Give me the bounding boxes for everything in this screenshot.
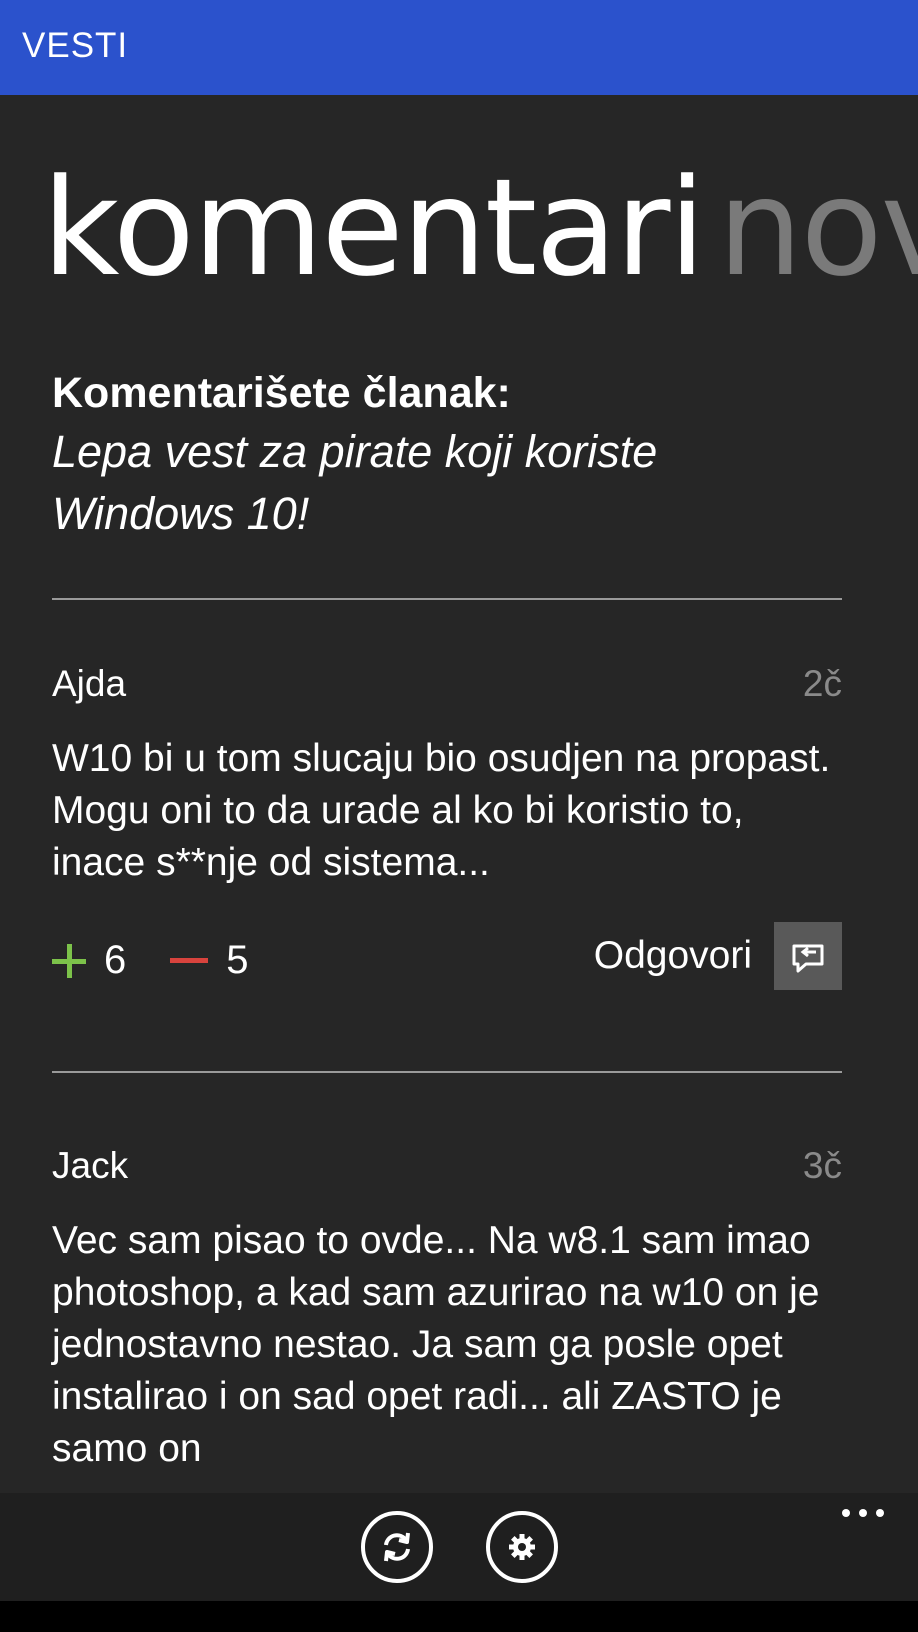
settings-gear-icon xyxy=(509,1534,535,1560)
vote-controls: 6 5 xyxy=(52,938,249,983)
divider xyxy=(52,598,842,600)
comment-text: W10 bi u tom slucaju bio osudjen na prop… xyxy=(52,737,831,884)
comment-author: Jack xyxy=(52,1145,129,1186)
pivot-header: komentarinov xyxy=(42,150,918,306)
more-ellipsis-icon[interactable] xyxy=(842,1509,884,1517)
comment-item: Jack 3č Vec sam pisao to ovde... Na w8.1… xyxy=(52,1145,842,1493)
app-bar xyxy=(0,1493,918,1601)
article-info: Komentarišete članak: Lepa vest za pirat… xyxy=(52,365,832,545)
upvote-plus-icon[interactable] xyxy=(52,943,86,978)
reply-control[interactable]: Odgovori xyxy=(594,922,842,990)
comment-item: Ajda 2č W10 bi u tom slucaju bio osudjen… xyxy=(52,663,842,1048)
content-scroll-area[interactable]: komentarinov Komentarišete članak: Lepa … xyxy=(0,95,918,1493)
comment-text: Vec sam pisao to ovde... Na w8.1 sam ima… xyxy=(52,1219,820,1470)
article-heading: Komentarišete članak: xyxy=(52,369,511,417)
upvote-count: 6 xyxy=(104,938,127,982)
comment-time: 3č xyxy=(802,1145,842,1186)
comment-time: 2č xyxy=(802,663,842,704)
refresh-button[interactable] xyxy=(361,1511,433,1583)
app-title-bar: VESTI xyxy=(0,0,918,95)
app-title: VESTI xyxy=(22,26,129,65)
downvote-minus-icon[interactable] xyxy=(170,958,209,963)
settings-button[interactable] xyxy=(486,1511,558,1583)
downvote-count: 5 xyxy=(226,938,249,982)
pivot-tab-next[interactable]: nov xyxy=(718,150,918,306)
system-nav-strip xyxy=(0,1601,918,1632)
divider xyxy=(52,1071,842,1073)
comment-author: Ajda xyxy=(52,663,127,704)
reply-icon xyxy=(792,944,824,973)
refresh-icon xyxy=(384,1532,410,1562)
pivot-tab-komentari[interactable]: komentari xyxy=(42,150,706,306)
article-title: Lepa vest za pirate koji koriste Windows… xyxy=(52,426,658,539)
reply-label[interactable]: Odgovori xyxy=(594,934,752,978)
reply-button[interactable] xyxy=(774,922,842,990)
